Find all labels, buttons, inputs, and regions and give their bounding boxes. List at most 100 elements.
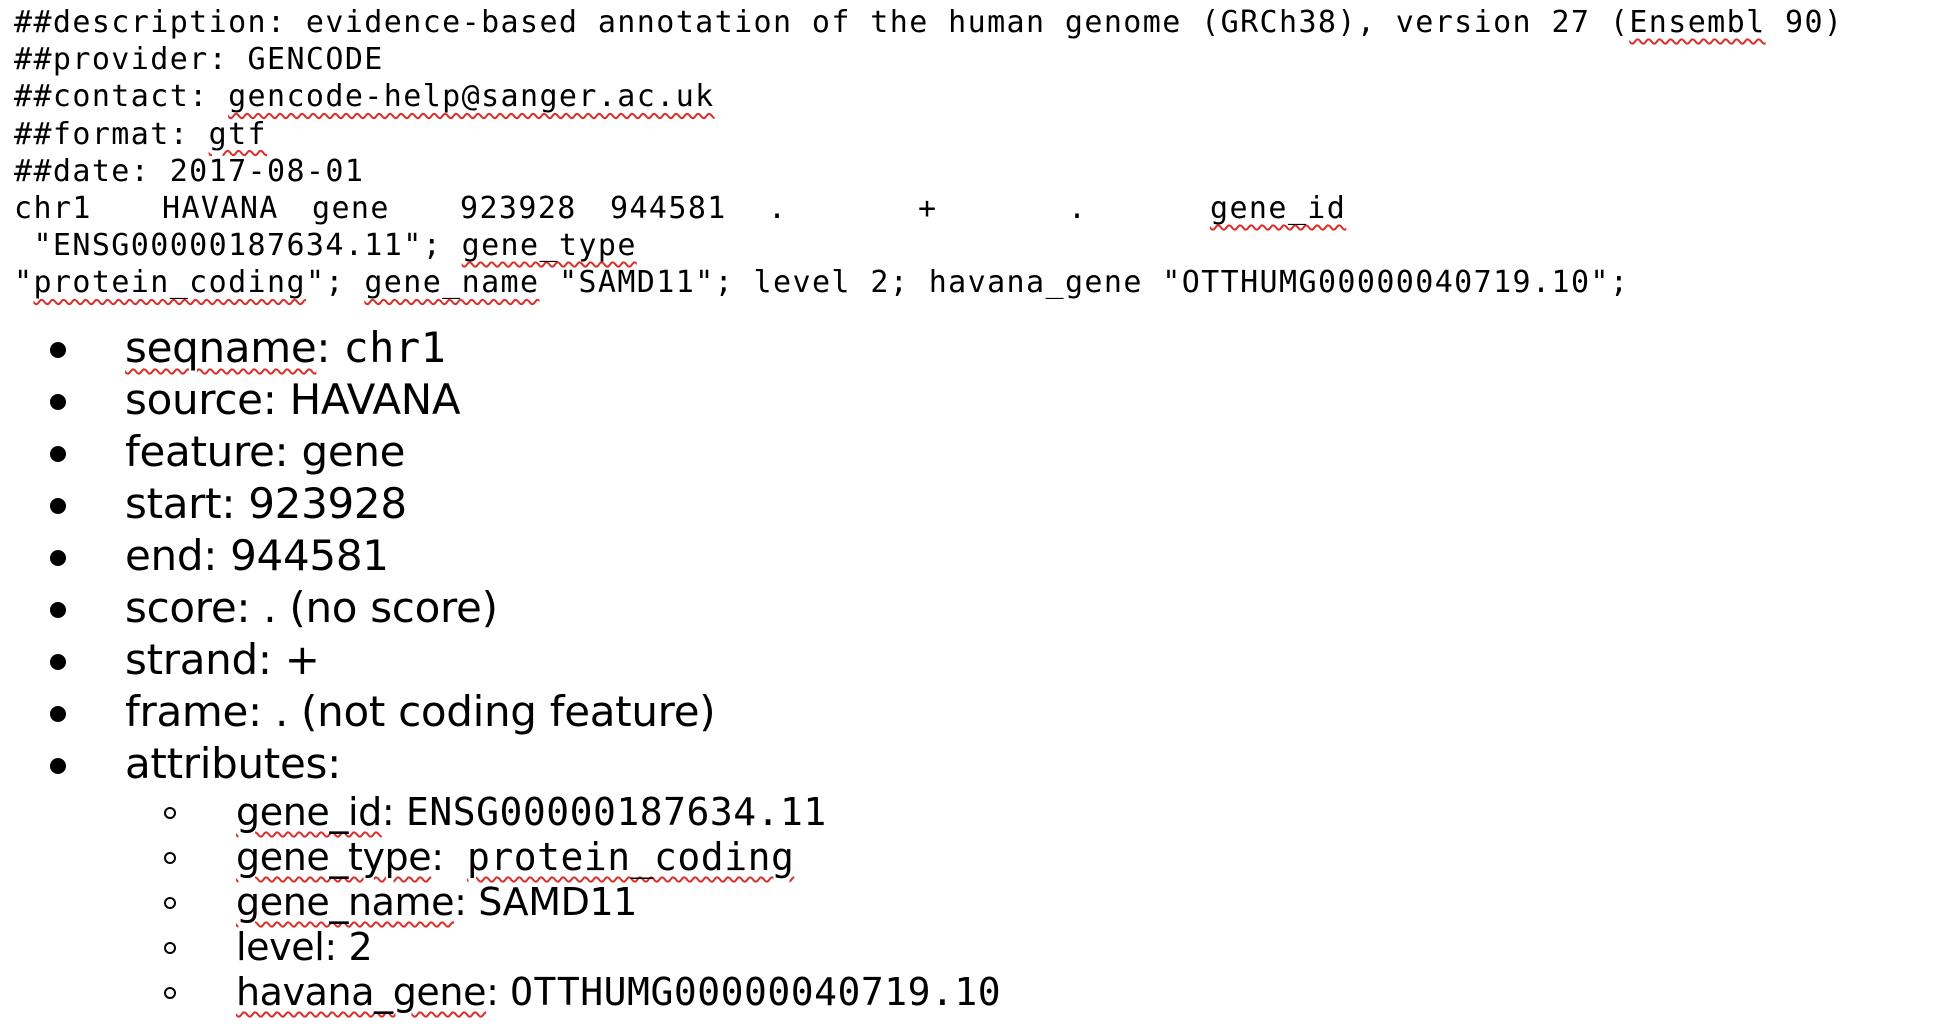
- field-value: . (not coding feature): [274, 687, 716, 736]
- attribute-key: gene_id: [236, 790, 382, 834]
- list-item-source: source: HAVANA: [14, 374, 1001, 426]
- hollow-bullet-icon: [164, 897, 176, 909]
- attribute-sep: :: [324, 925, 349, 969]
- gtf-attr-key: gene_type: [461, 228, 637, 264]
- attribute-key: gene_type: [236, 835, 432, 879]
- header-text: ##provider: GENCODE: [14, 42, 384, 78]
- list-item-score: score: . (no score): [14, 582, 1001, 634]
- bullet-icon: [50, 602, 66, 618]
- attribute-key: havana_gene: [236, 970, 487, 1014]
- header-text: ##contact:: [14, 79, 229, 115]
- field-value: +: [284, 635, 320, 684]
- gtf-col-feature: gene: [312, 191, 390, 227]
- attribute-sep: :: [486, 970, 511, 1014]
- field-value: . (no score): [263, 583, 498, 632]
- header-text: 90): [1765, 5, 1844, 40]
- list-item-start: start: 923928: [14, 478, 1001, 530]
- bullet-icon: [50, 498, 66, 514]
- field-list: seqname: chr1 source: HAVANA feature: ge…: [14, 322, 1001, 1015]
- gtf-attr-value: protein_coding: [33, 265, 306, 301]
- sub-item-gene-id: gene_id: ENSG00000187634.11: [14, 790, 1001, 835]
- hollow-bullet-icon: [164, 942, 176, 954]
- field-value: 923928: [248, 479, 407, 528]
- list-item-feature: feature: gene: [14, 426, 1001, 478]
- header-text: ##description: evidence-based annotation…: [14, 5, 1630, 40]
- field-sep: :: [248, 687, 275, 736]
- document-body: ##description: evidence-based annotation…: [14, 4, 1944, 1014]
- field-sep: :: [316, 323, 344, 372]
- bullet-icon: [50, 758, 66, 774]
- gtf-header-line-format: ##format: gtf: [14, 116, 1944, 153]
- attribute-value: 2: [348, 925, 373, 969]
- attribute-key: gene_name: [236, 880, 455, 924]
- field-key: seqname: [125, 323, 317, 372]
- spellcheck-marked-word: gtf: [208, 116, 268, 152]
- field-sep: :: [203, 531, 231, 580]
- field-key: feature: [125, 427, 275, 476]
- bullet-icon: [50, 446, 66, 462]
- gtf-attr-quote: ": [14, 265, 34, 301]
- spellcheck-marked-word: Ensembl: [1629, 5, 1766, 40]
- gtf-col-seqname: chr1: [14, 191, 92, 227]
- attribute-value: OTTHUMG00000040719.10: [510, 970, 1002, 1014]
- list-item-frame: frame: . (not coding feature): [14, 686, 1001, 738]
- field-value: chr1: [343, 323, 447, 372]
- field-value: HAVANA: [289, 375, 461, 424]
- attribute-sep: :: [381, 790, 406, 834]
- field-sep: :: [262, 375, 290, 424]
- sub-item-havana-gene: havana_gene: OTTHUMG00000040719.10: [14, 970, 1001, 1015]
- gtf-col-frame: .: [1068, 191, 1088, 227]
- bullet-icon: [50, 706, 66, 722]
- field-key: source: [125, 375, 263, 424]
- field-key: end: [125, 531, 204, 580]
- attribute-sep: :: [454, 880, 479, 924]
- attribute-value: ENSG00000187634.11: [405, 790, 827, 834]
- spellcheck-marked-word: gencode-help@sanger.ac.uk: [228, 79, 715, 115]
- header-text: ##format:: [14, 116, 209, 152]
- bullet-icon: [50, 654, 66, 670]
- field-key: strand: [125, 635, 258, 684]
- hollow-bullet-icon: [164, 807, 176, 819]
- gtf-header-line-description: ##description: evidence-based annotation…: [14, 4, 1944, 41]
- field-value: gene: [301, 427, 406, 476]
- field-sep: :: [221, 479, 249, 528]
- attribute-list: gene_id: ENSG00000187634.11 gene_type: p…: [14, 790, 1001, 1015]
- attribute-sep: :: [431, 835, 468, 879]
- attribute-value: SAMD11: [478, 880, 638, 924]
- field-sep: :: [257, 635, 285, 684]
- gtf-col-source: HAVANA: [162, 191, 279, 227]
- gtf-attr-key: gene_name: [364, 265, 540, 301]
- field-sep: :: [274, 427, 302, 476]
- field-value: 944581: [230, 531, 389, 580]
- bullet-icon: [50, 550, 66, 566]
- gtf-header-line-date: ##date: 2017-08-01: [14, 153, 1944, 190]
- list-item-attributes: attributes: gene_id: ENSG00000187634.11 …: [14, 738, 1001, 1015]
- sub-item-gene-name: gene_name: SAMD11: [14, 880, 1001, 925]
- gtf-col-start: 923928: [460, 191, 577, 227]
- bullet-icon: [50, 342, 66, 358]
- hollow-bullet-icon: [164, 852, 176, 864]
- header-text: ##date: 2017-08-01: [14, 153, 365, 189]
- gtf-header-line-contact: ##contact: gencode-help@sanger.ac.uk: [14, 78, 1944, 115]
- gtf-attr-value: "ENSG00000187634.11";: [14, 228, 462, 264]
- gtf-header-line-provider: ##provider: GENCODE: [14, 41, 1944, 78]
- gtf-col-strand: +: [918, 191, 938, 227]
- field-sep: :: [327, 739, 341, 788]
- gtf-record-line: chr1 HAVANA gene 923928 944581. +. gene_id "EN…: [14, 190, 1949, 302]
- field-key: frame: [125, 687, 249, 736]
- field-key: score: [125, 583, 237, 632]
- sub-item-gene-type: gene_type: protein_coding: [14, 835, 1001, 880]
- gtf-attr-rest: "SAMD11"; level 2; havana_gene "OTTHUMG0…: [539, 265, 1630, 301]
- list-item-strand: strand: +: [14, 634, 1001, 686]
- bullet-icon: [50, 394, 66, 410]
- sub-item-level: level: 2: [14, 925, 1001, 970]
- gtf-attr-key: gene_id: [1210, 191, 1347, 227]
- hollow-bullet-icon: [164, 987, 176, 999]
- gtf-col-score: .: [768, 191, 788, 227]
- list-item-end: end: 944581: [14, 530, 1001, 582]
- field-key: start: [125, 479, 222, 528]
- attribute-value: protein_coding: [467, 835, 795, 879]
- gtf-col-end: 944581: [610, 191, 727, 227]
- list-item-seqname: seqname: chr1: [14, 322, 1001, 374]
- attribute-key: level: [236, 925, 325, 969]
